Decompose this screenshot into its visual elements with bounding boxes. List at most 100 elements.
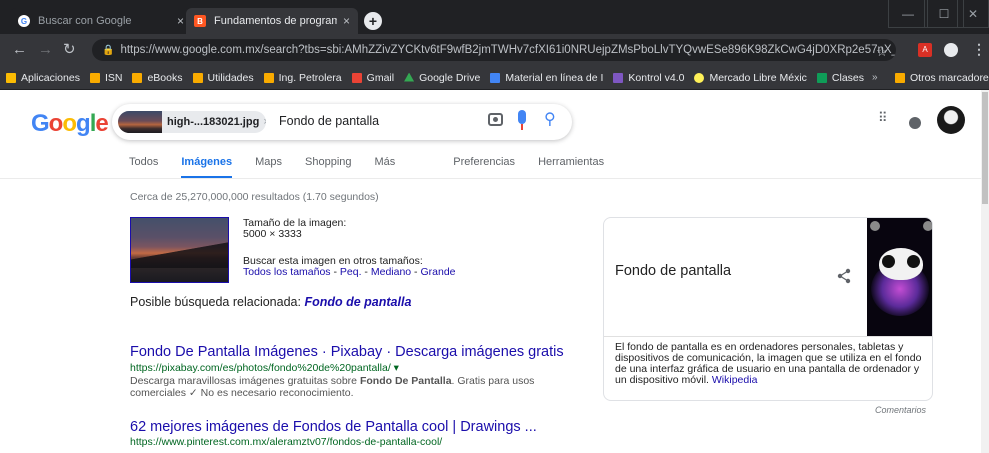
bookmark-gmail[interactable]: Gmail [351, 72, 394, 84]
google-logo[interactable]: Google [31, 110, 109, 138]
tab-mas[interactable]: Más [375, 156, 396, 168]
result-title-link[interactable]: Fondo De Pantalla Imágenes · Pixabay · D… [130, 344, 564, 360]
bookmark-label: Otros marcadores [910, 72, 989, 84]
chip-label: high-...183021.jpg [167, 116, 260, 128]
tab-fundamentos[interactable]: B Fundamentos de programación, × [186, 8, 358, 34]
bookmark-material[interactable]: Material en línea de I [490, 72, 603, 84]
extension-icon[interactable]: A [918, 43, 932, 57]
bookmark-kontrol[interactable]: Kontrol v4.0 [613, 72, 684, 84]
knowledge-panel-title: Fondo de pantalla [615, 263, 732, 279]
knowledge-panel-image[interactable] [867, 218, 932, 336]
search-tabs: Todos Imágenes Maps Shopping Más Prefere… [129, 156, 627, 179]
chip-thumbnail [118, 111, 162, 133]
google-icon: G [18, 15, 30, 27]
search-icon[interactable]: ⚲ [544, 109, 556, 129]
bookmark-utilidades[interactable]: Utilidades [192, 71, 254, 84]
tab-shopping[interactable]: Shopping [305, 156, 352, 168]
result-url[interactable]: https://www.pinterest.com.mx/aleramztv07… [130, 436, 442, 448]
remove-image-icon[interactable]: × [263, 116, 266, 128]
close-window-button[interactable]: ✕ [957, 0, 989, 28]
camera-icon[interactable] [488, 113, 503, 126]
result-url[interactable]: https://pixabay.com/es/photos/fondo%20de… [130, 362, 399, 374]
tab-imagenes[interactable]: Imágenes [181, 156, 232, 179]
scrollbar-thumb[interactable] [982, 92, 988, 204]
minimize-button[interactable]: — [888, 0, 928, 28]
tab-buscar-con-google[interactable]: G Buscar con Google × [10, 8, 192, 34]
bookmark-aplicaciones[interactable]: Aplicaciones [6, 72, 80, 84]
bookmark-label: Material en línea de I [505, 71, 604, 84]
bookmark-clases[interactable]: Clases [816, 71, 865, 84]
knowledge-panel-description: El fondo de pantalla es en ordenadores p… [615, 342, 929, 386]
result-snippet: Descarga maravillosas imágenes gratuitas… [130, 375, 580, 399]
bookmark-isn[interactable]: ISN [89, 71, 123, 84]
bookmark-icon [490, 72, 501, 83]
search-image-chip[interactable]: high-...183021.jpg × [118, 111, 266, 133]
search-box[interactable]: high-...183021.jpg × Fondo de pantalla ⚲ [112, 104, 572, 140]
image-corner [870, 221, 880, 231]
image-corner [923, 221, 932, 231]
scrollbar[interactable] [981, 90, 989, 453]
folder-icon [132, 72, 143, 83]
bookmark-google-drive[interactable]: Google Drive [404, 72, 480, 84]
folder-icon [89, 72, 100, 83]
back-icon[interactable]: ← [12, 42, 27, 58]
bookmarks-overflow-icon[interactable]: » [872, 72, 878, 83]
browser-window: G Buscar con Google × B Fundamentos de p… [0, 0, 989, 453]
drive-icon [404, 72, 415, 82]
address-bar[interactable]: 🔒 https://www.google.com.mx/search?tbs=s… [92, 39, 896, 61]
divider [0, 178, 989, 179]
bookmark-ing-petrolera[interactable]: Ing. Petrolera [263, 71, 342, 84]
divider [604, 336, 932, 337]
new-tab-button[interactable]: + [364, 12, 382, 30]
size-link-large[interactable]: Grande [420, 266, 455, 278]
tab-todos[interactable]: Todos [129, 156, 158, 168]
size-link-all[interactable]: Todos los tamaños [243, 266, 331, 278]
result-title-link[interactable]: 62 mejores imágenes de Fondos de Pantall… [130, 419, 537, 435]
bookmark-label: Kontrol v4.0 [628, 71, 685, 84]
wikipedia-link[interactable]: Wikipedia [712, 374, 758, 386]
tab-preferencias[interactable]: Preferencias [453, 156, 515, 168]
apps-grid-icon [6, 72, 16, 83]
related-query-link[interactable]: Fondo de pantalla [304, 295, 411, 309]
lock-icon: 🔒 [102, 44, 115, 56]
close-tab-icon[interactable]: × [343, 14, 350, 28]
classroom-icon [816, 72, 827, 83]
bookmark-mercado-libre[interactable]: Mercado Libre Méxic [694, 71, 807, 84]
bookmark-ebooks[interactable]: eBooks [132, 71, 183, 84]
blogger-icon: B [194, 15, 206, 27]
bookmark-star-icon[interactable]: ☆ [876, 44, 888, 60]
apps-grid-icon[interactable]: ⠿ [878, 111, 887, 124]
microphone-icon[interactable] [518, 110, 526, 130]
query-image-thumbnail[interactable] [130, 217, 229, 283]
forward-icon[interactable]: → [38, 42, 53, 58]
size-link-medium[interactable]: Mediano [371, 266, 411, 278]
bookmark-label: Aplicaciones [21, 71, 80, 84]
gmail-icon [351, 72, 362, 83]
tab-title: Buscar con Google [38, 15, 132, 27]
url-text: https://www.google.com.mx/search?tbs=sbi… [120, 44, 896, 56]
bookmark-label: Mercado Libre Méxic [709, 71, 807, 84]
profile-icon[interactable] [944, 43, 958, 57]
size-link-small[interactable]: Peq. [340, 266, 362, 278]
bookmarks-bar: Aplicaciones ISN eBooks Utilidades Ing. … [0, 66, 989, 90]
bookmark-label: Ing. Petrolera [278, 71, 342, 84]
feedback-link[interactable]: Comentarios [875, 405, 926, 415]
bookmark-label: ISN [104, 71, 123, 84]
other-bookmarks[interactable]: Otros marcadores [895, 66, 989, 89]
bookmark-label: eBooks [147, 71, 183, 84]
menu-icon[interactable]: ⋮ [972, 41, 986, 58]
snippet-text: Descarga maravillosas imágenes gratuitas… [130, 375, 360, 387]
tab-maps[interactable]: Maps [255, 156, 282, 168]
folder-icon [192, 72, 203, 83]
share-icon[interactable] [836, 268, 852, 284]
account-avatar[interactable] [937, 106, 965, 134]
close-tab-icon[interactable]: × [177, 14, 184, 28]
bookmark-label: Utilidades [207, 71, 254, 84]
search-input[interactable]: Fondo de pantalla [279, 114, 379, 128]
notifications-icon[interactable] [909, 117, 921, 129]
result-stats: Cerca de 25,270,000,000 resultados (1.70… [130, 191, 379, 203]
bookmark-label: Clases [831, 71, 865, 84]
tab-herramientas[interactable]: Herramientas [538, 156, 604, 168]
browser-toolbar: ← → ↻ 🔒 https://www.google.com.mx/search… [0, 34, 989, 66]
reload-icon[interactable]: ↻ [63, 42, 76, 58]
